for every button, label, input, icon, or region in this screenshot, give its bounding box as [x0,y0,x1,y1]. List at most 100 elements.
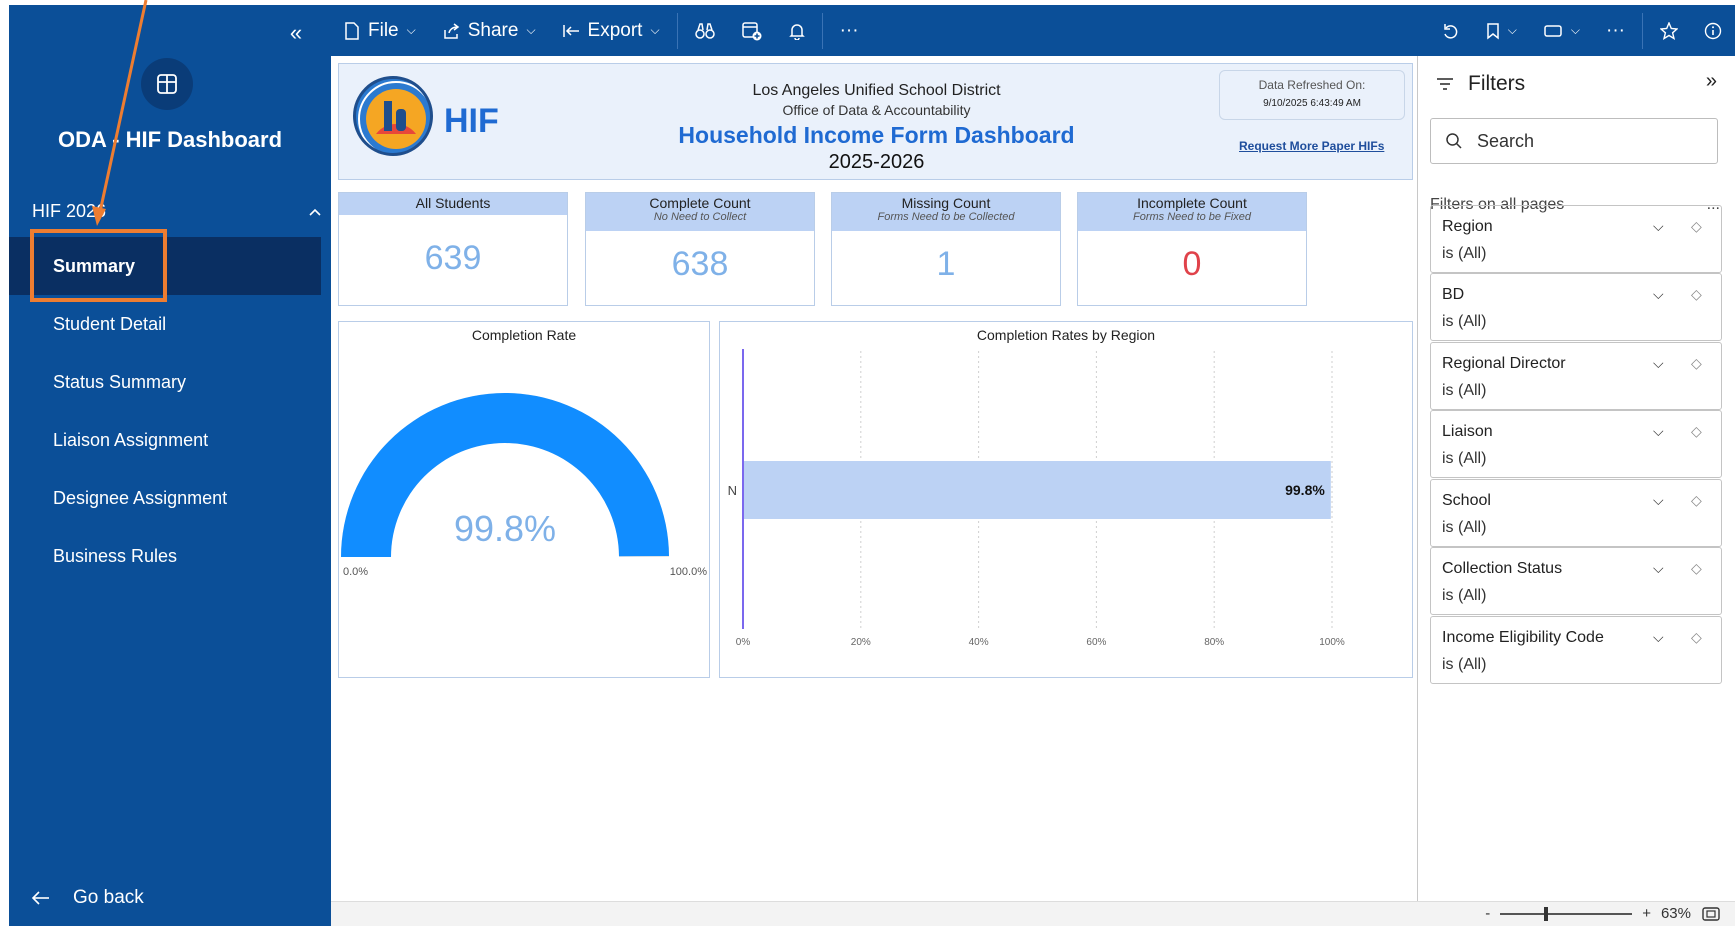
report-canvas: HIF Los Angeles Unified School District … [331,56,1417,901]
chevron-down-icon[interactable]: ⌵ [1653,560,1664,577]
binoculars-button[interactable] [682,5,728,56]
refresh-timestamp: 9/10/2025 6:43:49 AM [1263,98,1361,109]
share-label: Share [467,19,519,41]
more-options-button[interactable]: ··· [1593,5,1638,56]
calendar-add-icon [741,21,762,40]
kpi-card-missing-count: Missing Count Forms Need to be Collected… [831,192,1061,306]
toolbar-divider [1642,12,1643,49]
nav-item-label: Liaison Assignment [53,429,209,450]
nav-item-status-summary[interactable]: Status Summary [9,353,331,411]
filter-card-school[interactable]: School is (All) ⌵ ◇ [1430,479,1722,547]
chevron-down-icon[interactable]: ⌵ [1653,286,1664,303]
subscribe-button[interactable] [776,5,818,56]
kpi-card-incomplete-count: Incomplete Count Forms Need to be Fixed … [1077,192,1307,306]
bookmark-menu[interactable]: ⌵ [1473,5,1530,56]
more-options-button[interactable]: ··· [827,5,872,56]
bar-n[interactable] [743,461,1331,519]
file-menu[interactable]: File ⌵ [331,5,429,56]
nav-item-business-rules[interactable]: Business Rules [9,527,331,585]
view-menu[interactable]: ⌵ [1530,5,1593,56]
gauge-chart: 99.8% 0.0% 100.0% [341,393,708,578]
info-button[interactable] [1691,5,1735,56]
go-back-button[interactable]: Go back [31,887,144,909]
zoom-in-button[interactable]: + [1642,905,1651,922]
add-to-teams-button[interactable] [728,5,776,56]
more-label: ··· [1606,19,1625,41]
zoom-control: - + 63% [1485,905,1721,922]
filter-card-income-eligibility-code[interactable]: Income Eligibility Code is (All) ⌵ ◇ [1430,616,1722,684]
chevron-down-icon[interactable]: ⌵ [1653,492,1664,509]
kpi-card-title: All Students [415,195,491,211]
bar-chart-title: Completion Rates by Region [976,327,1156,343]
view-icon [1544,24,1562,37]
clear-filter-icon[interactable]: ◇ [1691,286,1702,303]
nav-item-student-detail[interactable]: Student Detail [9,295,331,353]
clear-filter-icon[interactable]: ◇ [1691,218,1702,235]
chevron-down-icon[interactable]: ⌵ [1653,423,1664,440]
nav-item-liaison-assignment[interactable]: Liaison Assignment [9,411,331,469]
share-icon [443,22,459,39]
zoom-level: 63% [1660,905,1691,922]
export-menu[interactable]: Export ⌵ [549,5,673,56]
gauge-max-label: 100.0% [670,566,708,578]
nav-item-label: Status Summary [53,371,187,392]
filter-card-liaison[interactable]: Liaison is (All) ⌵ ◇ [1430,410,1722,478]
filter-name: Income Eligibility Code [1442,629,1604,646]
chevron-down-icon[interactable]: ⌵ [1653,355,1664,372]
refresh-label: Data Refreshed On: [1258,78,1366,92]
clear-filter-icon[interactable]: ◇ [1691,355,1702,372]
zoom-slider-thumb[interactable] [1543,906,1548,921]
clear-filter-icon[interactable]: ◇ [1691,423,1702,440]
kpi-card-value: 638 [671,245,729,283]
kpi-card-all-students: All Students 639 [338,192,568,306]
bookmark-icon [1487,22,1499,40]
fit-to-page-icon[interactable] [1701,906,1721,922]
bar-chart: 0% 20% 40% 60% 80% 100% N 99.8% [728,349,1345,648]
completion-rate-gauge-panel: Completion Rate 99.8% 0.0% 100.0% [338,321,710,678]
school-year: 2025-2026 [828,151,925,173]
collapse-filters-icon[interactable]: » [1706,70,1717,93]
more-label: ··· [839,19,859,41]
request-paper-hifs-link[interactable]: Request More Paper HIFs [1239,139,1384,153]
filter-value: is (All) [1442,245,1487,262]
export-icon [562,24,579,37]
bell-icon [788,23,805,40]
go-back-label: Go back [73,887,144,908]
zoom-slider[interactable] [1500,906,1633,921]
clear-filter-icon[interactable]: ◇ [1691,629,1702,646]
filter-card-collection-status[interactable]: Collection Status is (All) ⌵ ◇ [1430,547,1722,615]
filters-title: Filters [1468,72,1526,95]
arrow-left-icon [31,891,49,905]
filter-name: Collection Status [1442,560,1563,577]
document-icon [345,21,359,40]
chevron-down-icon: ⌵ [1570,23,1581,37]
undo-icon [1444,23,1458,39]
x-tick-label: 80% [1204,637,1224,648]
chevron-down-icon[interactable]: ⌵ [1653,218,1664,235]
kpi-card-subtitle: No Need to Collect [653,211,747,223]
filter-name: BD [1442,286,1465,303]
clear-filter-icon[interactable]: ◇ [1691,492,1702,509]
filter-card-bd[interactable]: BD is (All) ⌵ ◇ [1430,273,1722,341]
share-menu[interactable]: Share ⌵ [429,5,549,56]
nav-item-designee-assignment[interactable]: Designee Assignment [9,469,331,527]
clear-filter-icon[interactable]: ◇ [1691,560,1702,577]
filter-card-region[interactable]: Region is (All) ⌵ ◇ [1430,205,1722,273]
bar-data-label: 99.8% [1285,482,1325,498]
zoom-out-button[interactable]: - [1485,905,1490,922]
gauge-min-label: 0.0% [343,566,368,578]
filter-name: Liaison [1442,423,1493,440]
gauge-value-label: 99.8% [454,508,556,549]
chevron-down-icon: ⌵ [1507,23,1517,37]
binoculars-icon [694,22,715,39]
favorite-button[interactable] [1647,5,1691,56]
kpi-card-header: All Students [339,193,567,215]
reset-button[interactable] [1429,5,1473,56]
chevron-down-icon: ⌵ [406,23,416,37]
chevron-down-icon[interactable]: ⌵ [1653,629,1664,646]
collapse-nav-icon[interactable]: « [281,19,311,49]
filter-card-regional-director[interactable]: Regional Director is (All) ⌵ ◇ [1430,342,1722,410]
x-tick-label: 100% [1319,637,1345,648]
filters-search-input[interactable]: Search [1430,118,1718,164]
info-icon [1704,22,1722,39]
